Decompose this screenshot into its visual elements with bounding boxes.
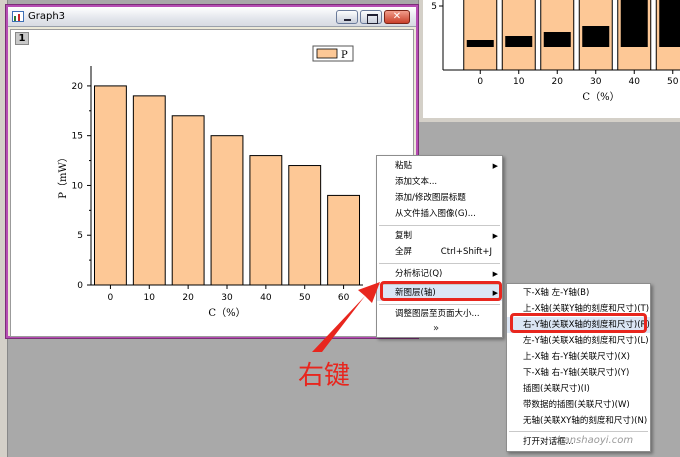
callout-label: 右键: [298, 361, 351, 391]
callout-arrow-shape: [312, 282, 380, 352]
watermark: zhanshaoyi.com: [552, 435, 634, 446]
